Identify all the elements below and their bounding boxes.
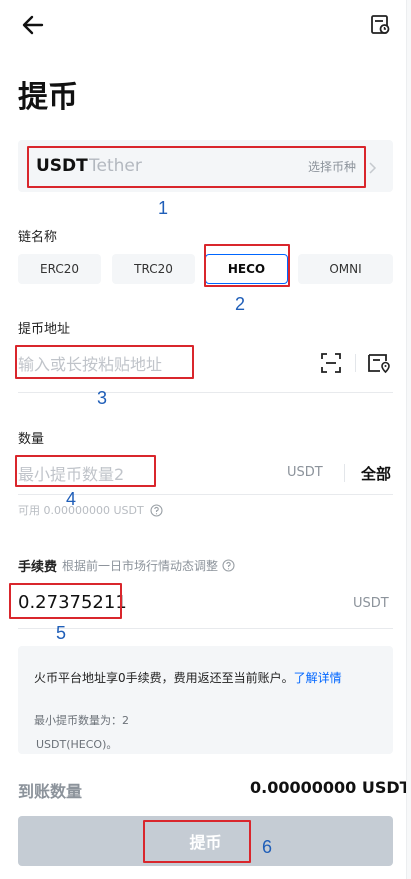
- fee-underline: [18, 628, 393, 629]
- scroll-edge: [406, 0, 411, 879]
- received-amount-value: 0.00000000 USDT: [250, 778, 411, 797]
- currency-name: Tether: [89, 156, 142, 176]
- all-button[interactable]: 全部: [361, 463, 391, 484]
- back-arrow-icon[interactable]: [20, 12, 46, 38]
- notice-text: 火币平台地址享0手续费，费用返还至当前账户。了解详情: [34, 668, 379, 688]
- annotation-number-4: 4: [66, 489, 77, 509]
- chevron-right-icon: [367, 159, 377, 174]
- fee-note: 根据前一日市场行情动态调整: [62, 557, 235, 574]
- record-icon[interactable]: [370, 14, 392, 36]
- divider: [344, 464, 345, 482]
- address-underline: [18, 392, 393, 393]
- fee-unit: USDT: [353, 596, 389, 611]
- received-amount-label: 到账数量: [18, 782, 83, 801]
- chain-option-omni[interactable]: OMNI: [298, 254, 393, 284]
- min-withdraw-label: 最小提币数量为：2: [34, 714, 129, 727]
- notice-message: 火币平台地址享0手续费，费用返还至当前账户。: [34, 671, 294, 685]
- chain-option-erc20[interactable]: ERC20: [18, 254, 101, 284]
- min-withdraw-value: USDT(HECO)。: [36, 738, 118, 751]
- divider: [355, 354, 356, 372]
- scan-icon[interactable]: [320, 352, 342, 374]
- withdraw-button[interactable]: 提币: [18, 816, 393, 866]
- available-balance: 可用 0.00000000 USDT: [18, 502, 163, 518]
- available-text: 可用 0.00000000 USDT: [18, 504, 144, 517]
- chain-label: 链名称: [18, 230, 58, 245]
- currency-code: USDT: [36, 156, 88, 176]
- learn-more-link[interactable]: 了解详情: [294, 671, 342, 685]
- page-title: 提币: [18, 80, 78, 115]
- address-book-icon[interactable]: [367, 352, 391, 374]
- amount-label: 数量: [18, 432, 45, 447]
- chain-option-heco[interactable]: HECO: [205, 254, 288, 284]
- info-icon[interactable]: [150, 503, 163, 517]
- annotation-number-6: 6: [262, 837, 273, 857]
- fee-label: 手续费: [18, 560, 58, 575]
- info-icon[interactable]: [222, 559, 235, 572]
- address-input[interactable]: [18, 350, 308, 378]
- select-currency-label[interactable]: 选择币种: [308, 158, 356, 175]
- annotation-number-1: 1: [158, 198, 169, 218]
- address-label: 提币地址: [18, 322, 71, 337]
- annotation-number-3: 3: [97, 388, 108, 408]
- chain-option-trc20[interactable]: TRC20: [112, 254, 195, 284]
- amount-unit: USDT: [287, 465, 323, 480]
- annotation-number-5: 5: [56, 623, 67, 643]
- annotation-number-2: 2: [235, 294, 246, 314]
- amount-input[interactable]: [18, 460, 258, 488]
- fee-note-text: 根据前一日市场行情动态调整: [62, 559, 219, 573]
- fee-value: 0.27375211: [18, 592, 127, 613]
